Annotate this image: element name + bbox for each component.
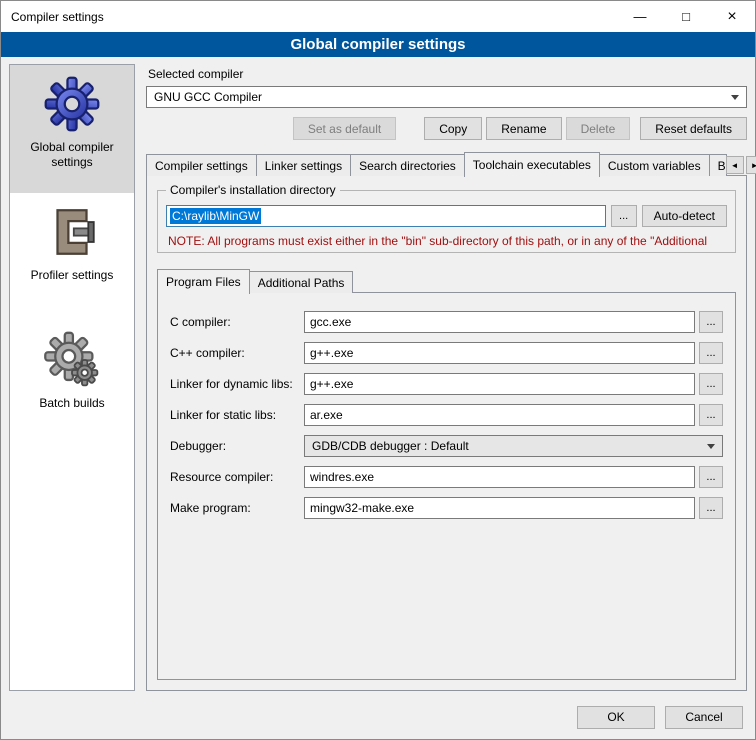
- tab-build-options[interactable]: Buil: [709, 154, 727, 176]
- rename-button[interactable]: Rename: [486, 117, 561, 140]
- static-linker-input[interactable]: [304, 404, 695, 426]
- install-dir-browse-button[interactable]: ...: [611, 205, 637, 227]
- field-row-resource-compiler: Resource compiler: ...: [170, 466, 723, 488]
- tab-search-directories[interactable]: Search directories: [350, 154, 465, 176]
- make-program-label: Make program:: [170, 501, 304, 515]
- selected-compiler-label: Selected compiler: [148, 67, 747, 81]
- sidebar-item-label: Batch builds: [35, 396, 108, 411]
- sidebar-item-profiler-settings[interactable]: Profiler settings: [10, 193, 134, 321]
- sidebar-item-global-compiler-settings[interactable]: Global compiler settings: [10, 65, 134, 193]
- dialog-footer: OK Cancel: [1, 695, 755, 739]
- selected-compiler-select[interactable]: GNU GCC Compiler: [146, 86, 747, 108]
- compiler-actions: Set as default Copy Rename Delete Reset …: [146, 117, 747, 140]
- field-row-make-program: Make program: ...: [170, 497, 723, 519]
- maximize-icon[interactable]: □: [663, 1, 709, 32]
- minimize-icon[interactable]: —: [617, 1, 663, 32]
- static-linker-label: Linker for static libs:: [170, 408, 304, 422]
- field-row-c-compiler: C compiler: ...: [170, 311, 723, 333]
- tab-scroll-controls: ◄ ►: [726, 156, 756, 174]
- sidebar-item-batch-builds[interactable]: Batch builds: [10, 321, 134, 449]
- toolchain-executables-panel: Compiler's installation directory C:\ray…: [146, 175, 747, 691]
- field-row-static-linker: Linker for static libs: ...: [170, 404, 723, 426]
- dynamic-linker-label: Linker for dynamic libs:: [170, 377, 304, 391]
- install-dir-input[interactable]: C:\raylib\MinGW: [166, 205, 606, 227]
- field-row-debugger: Debugger: GDB/CDB debugger : Default: [170, 435, 723, 457]
- blue-gear-icon: [43, 75, 101, 133]
- window-title: Compiler settings: [1, 10, 104, 24]
- gray-gears-icon: [43, 331, 101, 389]
- tab-custom-variables[interactable]: Custom variables: [599, 154, 710, 176]
- debugger-select[interactable]: GDB/CDB debugger : Default: [304, 435, 723, 457]
- resource-compiler-label: Resource compiler:: [170, 470, 304, 484]
- cpp-compiler-browse-button[interactable]: ...: [699, 342, 723, 364]
- tab-linker-settings[interactable]: Linker settings: [256, 154, 351, 176]
- copy-button[interactable]: Copy: [424, 117, 482, 140]
- debugger-label: Debugger:: [170, 439, 304, 453]
- tab-toolchain-executables[interactable]: Toolchain executables: [464, 152, 600, 177]
- dynamic-linker-input[interactable]: [304, 373, 695, 395]
- dynamic-linker-browse-button[interactable]: ...: [699, 373, 723, 395]
- settings-content: Selected compiler GNU GCC Compiler Set a…: [146, 64, 747, 691]
- sidebar-item-label: Profiler settings: [27, 268, 118, 283]
- delete-button[interactable]: Delete: [566, 117, 631, 140]
- reset-defaults-button[interactable]: Reset defaults: [640, 117, 747, 140]
- tab-scroll-left-icon[interactable]: ◄: [726, 156, 744, 174]
- c-compiler-label: C compiler:: [170, 315, 304, 329]
- resource-compiler-input[interactable]: [304, 466, 695, 488]
- set-as-default-button[interactable]: Set as default: [293, 117, 396, 140]
- tab-additional-paths[interactable]: Additional Paths: [249, 271, 354, 293]
- auto-detect-button[interactable]: Auto-detect: [642, 205, 727, 227]
- settings-tab-bar: Compiler settings Linker settings Search…: [146, 152, 747, 176]
- make-program-input[interactable]: [304, 497, 695, 519]
- program-files-tab-bar: Program Files Additional Paths: [157, 269, 736, 293]
- installation-directory-title: Compiler's installation directory: [166, 183, 340, 197]
- bin-directory-note: NOTE: All programs must exist either in …: [168, 234, 725, 248]
- cancel-button[interactable]: Cancel: [665, 706, 743, 729]
- debugger-value: GDB/CDB debugger : Default: [312, 439, 469, 453]
- cpp-compiler-label: C++ compiler:: [170, 346, 304, 360]
- static-linker-browse-button[interactable]: ...: [699, 404, 723, 426]
- close-icon[interactable]: ×: [709, 1, 755, 32]
- resource-compiler-browse-button[interactable]: ...: [699, 466, 723, 488]
- field-row-dynamic-linker: Linker for dynamic libs: ...: [170, 373, 723, 395]
- settings-category-list: Global compiler settings Profiler settin…: [9, 64, 135, 691]
- tab-program-files[interactable]: Program Files: [157, 269, 250, 294]
- cpp-compiler-input[interactable]: [304, 342, 695, 364]
- title-bar: Compiler settings — □ ×: [1, 1, 755, 32]
- make-program-browse-button[interactable]: ...: [699, 497, 723, 519]
- program-files-panel: C compiler: ... C++ compiler: ... Linker…: [157, 292, 736, 680]
- field-row-cpp-compiler: C++ compiler: ...: [170, 342, 723, 364]
- chevron-down-icon: [707, 444, 715, 449]
- c-compiler-browse-button[interactable]: ...: [699, 311, 723, 333]
- installation-directory-group: Compiler's installation directory C:\ray…: [157, 190, 736, 253]
- tab-compiler-settings[interactable]: Compiler settings: [146, 154, 257, 176]
- window-controls: — □ ×: [617, 1, 755, 32]
- dialog-body: Global compiler settings Profiler settin…: [1, 57, 755, 695]
- install-dir-value: C:\raylib\MinGW: [170, 208, 261, 224]
- ok-button[interactable]: OK: [577, 706, 655, 729]
- chevron-down-icon: [731, 95, 739, 100]
- tab-scroll-right-icon[interactable]: ►: [746, 156, 756, 174]
- dialog-header: Global compiler settings: [1, 32, 755, 57]
- sidebar-item-label: Global compiler settings: [10, 140, 134, 170]
- compiler-settings-window: Compiler settings — □ × Global compiler …: [0, 0, 756, 740]
- c-compiler-input[interactable]: [304, 311, 695, 333]
- selected-compiler-value: GNU GCC Compiler: [154, 90, 262, 104]
- clamp-icon: [43, 203, 101, 261]
- installation-directory-row: C:\raylib\MinGW ... Auto-detect: [166, 205, 727, 227]
